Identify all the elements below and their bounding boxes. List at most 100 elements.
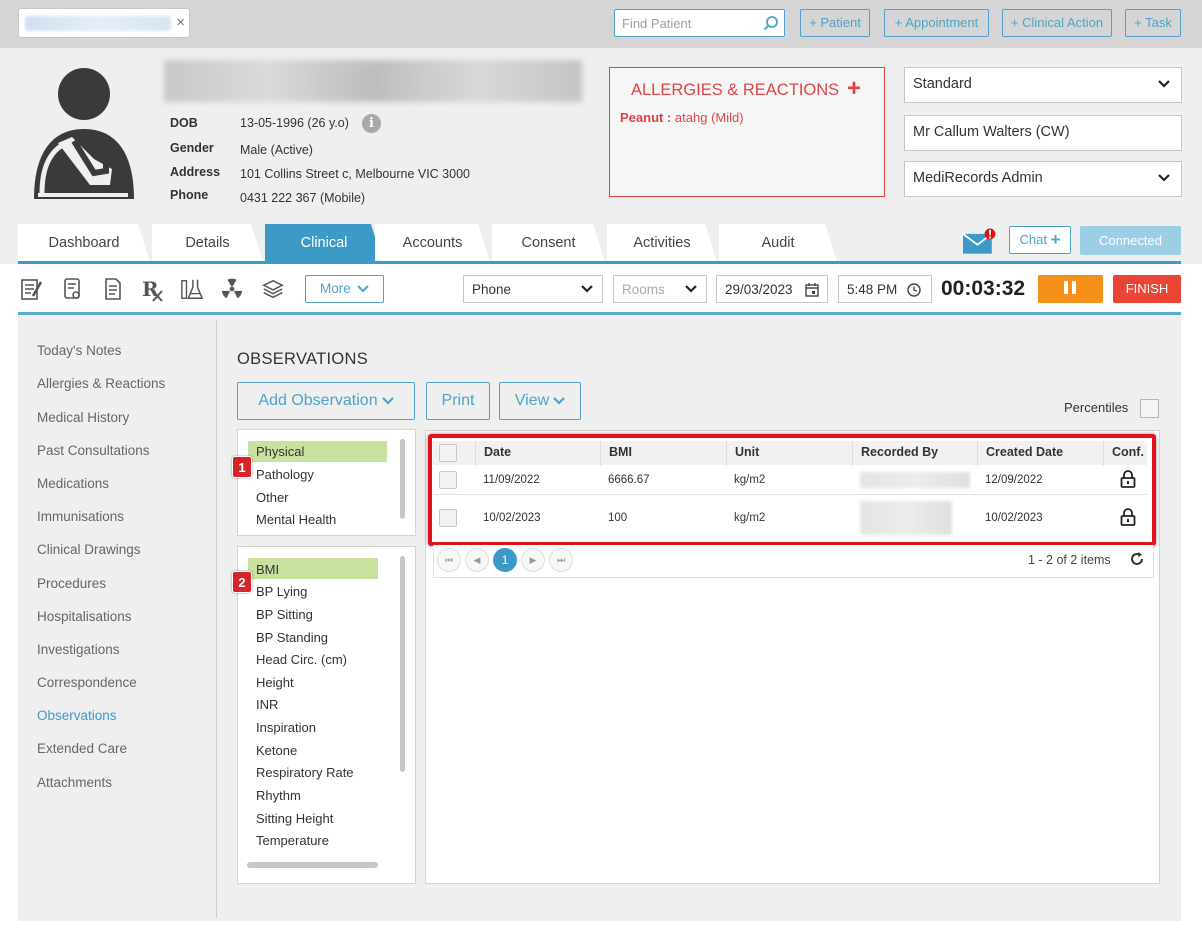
rooms-select[interactable]: Rooms bbox=[613, 275, 707, 303]
add-allergy-plus-icon[interactable]: + bbox=[847, 77, 861, 101]
nav-todays-notes[interactable]: Today's Notes bbox=[37, 343, 121, 358]
type-height[interactable]: Height bbox=[256, 675, 294, 690]
type-rhythm[interactable]: Rhythm bbox=[256, 788, 301, 803]
category-scrollbar[interactable] bbox=[400, 439, 405, 519]
mail-alert-icon[interactable] bbox=[963, 228, 999, 256]
template-select[interactable]: Standard bbox=[904, 67, 1182, 103]
allergies-panel: ALLERGIES & REACTIONS + Peanut : atahg (… bbox=[609, 67, 885, 197]
percentiles-label: Percentiles bbox=[1064, 400, 1129, 415]
add-appointment-button[interactable]: + Appointment bbox=[884, 9, 989, 37]
dob-value: 13-05-1996 (26 y.o) bbox=[240, 116, 349, 130]
type-ketone[interactable]: Ketone bbox=[256, 743, 297, 758]
nav-past-consultations[interactable]: Past Consultations bbox=[37, 443, 150, 458]
type-inr[interactable]: INR bbox=[256, 697, 278, 712]
pause-button[interactable] bbox=[1038, 275, 1103, 303]
type-bp-sitting[interactable]: BP Sitting bbox=[256, 607, 313, 622]
type-bmi[interactable]: BMI bbox=[256, 562, 279, 577]
nav-hospitalisations[interactable]: Hospitalisations bbox=[37, 609, 132, 624]
document-edit-icon[interactable] bbox=[61, 276, 85, 302]
notes-icon[interactable] bbox=[19, 276, 43, 302]
tab-audit[interactable]: Audit bbox=[719, 224, 837, 262]
annotation-badge-2: 2 bbox=[232, 571, 252, 593]
stack-layers-icon[interactable] bbox=[261, 276, 285, 302]
allergy-item[interactable]: Peanut : atahg (Mild) bbox=[620, 110, 744, 125]
view-button[interactable]: View bbox=[499, 382, 581, 420]
pager-current-page[interactable]: 1 bbox=[493, 548, 517, 572]
finish-button[interactable]: FINISH bbox=[1113, 275, 1181, 303]
tab-clinical[interactable]: Clinical bbox=[265, 224, 383, 262]
chat-button[interactable]: Chat + bbox=[1009, 226, 1071, 254]
tab-activities[interactable]: Activities bbox=[607, 224, 717, 262]
type-bp-lying[interactable]: BP Lying bbox=[256, 584, 307, 599]
nav-immunisations[interactable]: Immunisations bbox=[37, 509, 124, 524]
type-bp-standing[interactable]: BP Standing bbox=[256, 630, 328, 645]
type-vertical-scrollbar[interactable] bbox=[400, 556, 405, 772]
lab-flask-icon[interactable] bbox=[180, 276, 204, 302]
radiology-icon[interactable] bbox=[220, 276, 244, 302]
type-temperature[interactable]: Temperature bbox=[256, 833, 329, 848]
clock-icon[interactable] bbox=[907, 283, 921, 297]
document-icon[interactable] bbox=[101, 276, 125, 302]
practitioner-field[interactable]: Mr Callum Walters (CW) bbox=[904, 115, 1182, 151]
chevron-down-icon bbox=[1158, 174, 1170, 182]
tab-dashboard[interactable]: Dashboard bbox=[18, 224, 150, 262]
type-sitting-height[interactable]: Sitting Height bbox=[256, 811, 333, 826]
type-horizontal-scrollbar[interactable] bbox=[247, 862, 378, 868]
tab-consent[interactable]: Consent bbox=[492, 224, 605, 262]
tab-details[interactable]: Details bbox=[152, 224, 263, 262]
address-label: Address bbox=[170, 165, 221, 179]
nav-attachments[interactable]: Attachments bbox=[37, 775, 112, 790]
nav-procedures[interactable]: Procedures bbox=[37, 576, 106, 591]
add-clinical-action-button[interactable]: + Clinical Action bbox=[1002, 9, 1112, 37]
allergies-title: ALLERGIES & REACTIONS bbox=[631, 81, 840, 99]
address-value: 101 Collins Street c, Melbourne VIC 3000 bbox=[240, 167, 470, 181]
add-patient-button[interactable]: + Patient bbox=[800, 9, 870, 37]
calendar-icon[interactable] bbox=[805, 282, 819, 297]
tab-accounts[interactable]: Accounts bbox=[375, 224, 490, 262]
chevron-down-icon bbox=[1158, 80, 1170, 88]
encounter-time-input[interactable]: 5:48 PM bbox=[838, 275, 932, 303]
nav-correspondence[interactable]: Correspondence bbox=[37, 675, 137, 690]
nav-clinical-drawings[interactable]: Clinical Drawings bbox=[37, 542, 141, 557]
type-inspiration[interactable]: Inspiration bbox=[256, 720, 316, 735]
type-respiratory-rate[interactable]: Respiratory Rate bbox=[256, 765, 354, 780]
page-title: OBSERVATIONS bbox=[237, 350, 369, 368]
pager-last-icon[interactable]: ⏭ bbox=[549, 548, 573, 572]
category-mental-health[interactable]: Mental Health bbox=[256, 512, 336, 527]
gender-value: Male (Active) bbox=[240, 143, 313, 157]
nav-observations[interactable]: Observations bbox=[37, 708, 117, 723]
encounter-date-input[interactable]: 29/03/2023 bbox=[716, 275, 828, 303]
nav-medical-history[interactable]: Medical History bbox=[37, 410, 129, 425]
encounter-type-select[interactable]: Phone bbox=[463, 275, 603, 303]
nav-allergies[interactable]: Allergies & Reactions bbox=[37, 376, 165, 391]
percentiles-checkbox[interactable] bbox=[1140, 399, 1159, 418]
nav-medications[interactable]: Medications bbox=[37, 476, 109, 491]
nav-extended-care[interactable]: Extended Care bbox=[37, 741, 127, 756]
patient-name-redacted bbox=[164, 60, 582, 102]
refresh-icon[interactable] bbox=[1129, 551, 1145, 567]
category-other[interactable]: Other bbox=[256, 490, 289, 505]
left-nav-divider bbox=[216, 320, 217, 918]
type-head-circ[interactable]: Head Circ. (cm) bbox=[256, 652, 347, 667]
add-observation-button[interactable]: Add Observation bbox=[237, 382, 415, 420]
info-icon[interactable]: i bbox=[362, 114, 381, 133]
find-patient-input[interactable]: Find Patient bbox=[614, 9, 785, 37]
open-patient-tab[interactable]: × bbox=[18, 8, 190, 38]
annotation-highlight-frame bbox=[428, 434, 1156, 546]
print-button[interactable]: Print bbox=[426, 382, 490, 420]
pager-first-icon[interactable]: ⏮ bbox=[437, 548, 461, 572]
add-task-button[interactable]: + Task bbox=[1125, 9, 1181, 37]
more-button[interactable]: More bbox=[305, 275, 384, 303]
pager-prev-icon[interactable]: ◀ bbox=[465, 548, 489, 572]
chevron-down-icon bbox=[553, 396, 565, 405]
search-icon[interactable] bbox=[763, 15, 779, 31]
category-physical[interactable]: Physical bbox=[256, 444, 304, 459]
prescription-icon[interactable]: R bbox=[141, 276, 165, 302]
close-icon[interactable]: × bbox=[176, 14, 185, 32]
pager-next-icon[interactable]: ▶ bbox=[521, 548, 545, 572]
chevron-down-icon bbox=[381, 396, 394, 405]
nav-investigations[interactable]: Investigations bbox=[37, 642, 120, 657]
location-select[interactable]: MediRecords Admin bbox=[904, 161, 1182, 197]
plus-icon: + bbox=[1050, 230, 1061, 249]
category-pathology[interactable]: Pathology bbox=[256, 467, 314, 482]
